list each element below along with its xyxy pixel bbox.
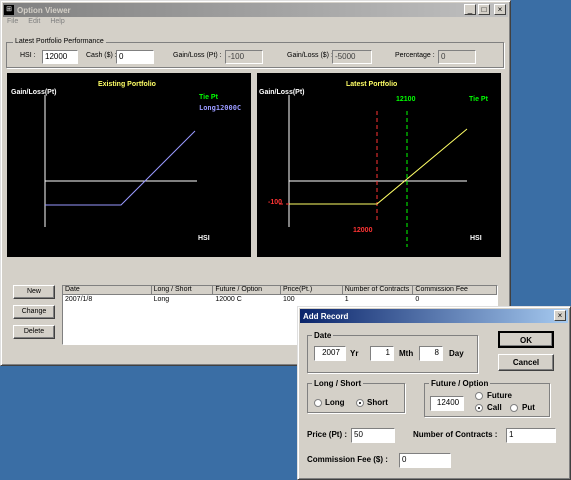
menu-edit[interactable]: Edit <box>28 18 40 25</box>
dialog-title-bar[interactable]: Add Record × <box>300 309 568 323</box>
x-axis-label: HSI <box>198 235 210 242</box>
hsi-field[interactable]: 12000 <box>42 50 78 64</box>
cell-price: 100 <box>283 296 295 303</box>
menu-file[interactable]: File <box>7 18 18 25</box>
menu-bar: File Edit Help <box>7 18 65 25</box>
short-radio-label[interactable]: Short <box>367 398 388 407</box>
cell-date: 2007/1/8 <box>65 296 93 303</box>
dialog-title: Add Record <box>303 311 349 321</box>
future-radio[interactable] <box>475 392 483 400</box>
long-call-payoff-line <box>45 130 196 206</box>
short-radio[interactable] <box>356 399 364 407</box>
month-field[interactable]: 1 <box>370 346 394 361</box>
percentage-field: 0 <box>438 50 476 64</box>
performance-group-label: Latest Portfolio Performance <box>13 38 106 45</box>
col-header-long-short[interactable]: Long / Short <box>151 286 214 295</box>
col-header-price[interactable]: Price(Pt.) <box>281 286 343 295</box>
call-radio[interactable] <box>475 404 483 412</box>
hsi-label: HSI : <box>20 52 36 59</box>
call-radio-label[interactable]: Call <box>487 403 502 412</box>
menu-help[interactable]: Help <box>50 18 64 25</box>
app-grid-icon: ⊞ <box>4 5 14 15</box>
table-header: Date Long / Short Future / Option Price(… <box>63 286 497 295</box>
new-button[interactable]: New <box>13 285 55 299</box>
year-field[interactable]: 2007 <box>314 346 346 361</box>
gain-loss-dollar-label: Gain/Loss ($) : <box>287 52 333 59</box>
future-option-field[interactable]: 12400 <box>430 396 464 411</box>
contracts-field[interactable]: 1 <box>506 428 556 443</box>
change-button[interactable]: Change <box>13 305 55 319</box>
col-header-date[interactable]: Date <box>63 286 152 295</box>
long-radio-label[interactable]: Long <box>325 398 345 407</box>
gain-loss-dollar-field: -5000 <box>332 50 372 64</box>
cell-long-short: Long <box>153 296 170 303</box>
price-label: Price (Pt) : <box>307 430 348 439</box>
cell-contracts: 1 <box>344 296 349 303</box>
cancel-button[interactable]: Cancel <box>498 354 554 371</box>
cell-commission: 0 <box>415 296 420 303</box>
strike-value-label: 12000 <box>353 227 373 234</box>
cell-future-option: 12000 C <box>215 296 242 303</box>
y-axis-label: Gain/Loss(Pt) <box>11 89 57 96</box>
commission-fee-field[interactable]: 0 <box>399 453 451 468</box>
y-axis-label: Gain/Loss(Pt) <box>259 89 305 96</box>
future-option-label: Future / Option <box>429 379 491 388</box>
legend-tie-pt: Tie Pt <box>469 96 488 103</box>
latest-payoff-line <box>289 128 468 205</box>
col-header-future-option[interactable]: Future / Option <box>213 286 281 295</box>
x-axis-label: HSI <box>470 235 482 242</box>
cash-label: Cash ($) : <box>86 52 117 59</box>
maximize-icon[interactable]: □ <box>478 4 490 15</box>
main-title-bar[interactable]: ⊞ Option Viewer _ □ × <box>3 3 508 17</box>
mth-label: Mth <box>399 349 414 358</box>
long-short-label: Long / Short <box>312 379 364 388</box>
ok-button[interactable]: OK <box>498 331 554 348</box>
existing-portfolio-chart: Existing Portfolio Gain/Loss(Pt) Tie Pt … <box>7 73 251 257</box>
col-header-commission[interactable]: Commission Fee <box>413 286 497 295</box>
latest-portfolio-chart: Latest Portfolio Gain/Loss(Pt) 12100 Tie… <box>257 73 501 257</box>
put-radio[interactable] <box>510 404 518 412</box>
gain-loss-pt-field: -100 <box>225 50 263 64</box>
cash-field[interactable]: 0 <box>116 50 154 64</box>
add-record-dialog: Add Record × Date 2007 Yr 1 Mth 8 Day OK… <box>297 306 571 480</box>
table-row[interactable]: 2007/1/8 Long 12000 C 100 1 0 <box>63 295 497 304</box>
min-value-label: -100 <box>268 199 283 206</box>
window-title: Option Viewer <box>17 5 71 15</box>
contracts-label: Number of Contracts : <box>413 430 498 439</box>
legend-long12000c: Long12000C <box>199 104 242 112</box>
close-icon[interactable]: × <box>494 4 506 15</box>
minimize-icon[interactable]: _ <box>464 4 476 15</box>
gain-loss-pt-label: Gain/Loss (Pt) : <box>173 52 222 59</box>
long-radio[interactable] <box>314 399 322 407</box>
col-header-contracts[interactable]: Number of Contracts <box>342 286 414 295</box>
commission-fee-label: Commission Fee ($) : <box>307 455 388 464</box>
day-label: Day <box>449 349 464 358</box>
price-field[interactable]: 50 <box>351 428 395 443</box>
put-radio-label[interactable]: Put <box>522 403 535 412</box>
tie-value-label: 12100 <box>396 96 416 103</box>
date-label: Date <box>312 331 334 340</box>
future-radio-label[interactable]: Future <box>487 391 512 400</box>
dialog-close-icon[interactable]: × <box>554 310 566 321</box>
yr-label: Yr <box>350 349 359 358</box>
delete-button[interactable]: Delete <box>13 325 55 339</box>
percentage-label: Percentage : <box>395 52 435 59</box>
chart-title: Existing Portfolio <box>98 81 156 88</box>
latest-portfolio-svg <box>279 95 468 247</box>
legend-tie-pt: Tie Pt <box>199 94 218 101</box>
chart-title: Latest Portfolio <box>346 81 398 88</box>
day-field[interactable]: 8 <box>419 346 443 361</box>
